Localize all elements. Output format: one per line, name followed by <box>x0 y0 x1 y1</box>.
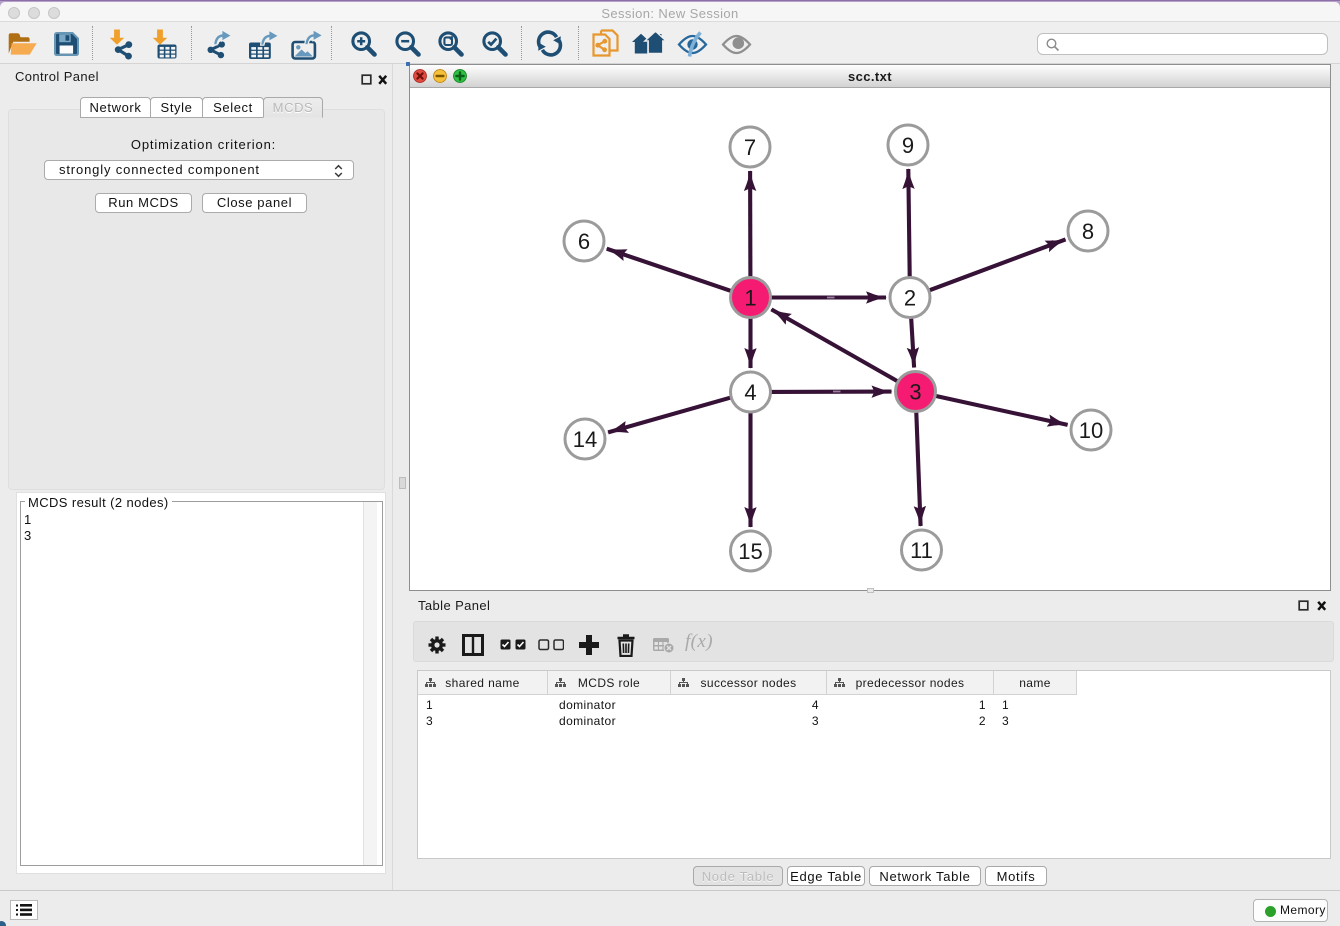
svg-text:14: 14 <box>573 427 597 452</box>
svg-text:8: 8 <box>1082 219 1094 244</box>
svg-text:3: 3 <box>909 380 921 405</box>
svg-text:2: 2 <box>904 286 916 311</box>
svg-text:4: 4 <box>744 380 756 405</box>
svg-text:1: 1 <box>744 286 756 311</box>
svg-text:7: 7 <box>744 135 756 160</box>
svg-text:10: 10 <box>1079 418 1103 443</box>
svg-text:15: 15 <box>738 539 762 564</box>
svg-text:9: 9 <box>902 133 914 158</box>
svg-text:6: 6 <box>578 229 590 254</box>
svg-text:11: 11 <box>910 538 933 563</box>
